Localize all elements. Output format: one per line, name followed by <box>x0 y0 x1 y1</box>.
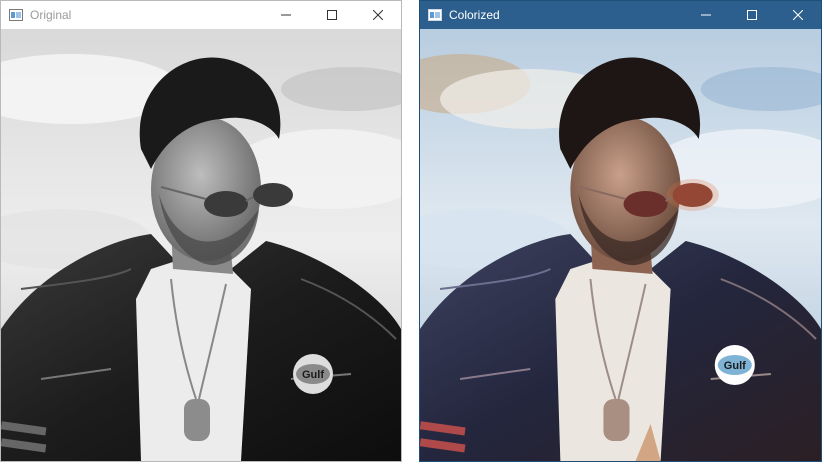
maximize-icon <box>747 10 757 20</box>
colorized-photo: Gulf <box>420 29 821 461</box>
window-title: Original <box>30 8 72 22</box>
app-window-icon <box>8 7 24 23</box>
app-window-icon <box>427 7 443 23</box>
badge-text: Gulf <box>724 360 746 372</box>
minimize-icon <box>701 14 711 16</box>
minimize-button[interactable] <box>683 1 729 29</box>
original-photo: Gulf <box>1 29 401 461</box>
maximize-icon <box>327 10 337 20</box>
badge-text: Gulf <box>302 369 324 381</box>
original-window: Original Gulf <box>0 0 402 462</box>
minimize-button[interactable] <box>263 1 309 29</box>
colorized-titlebar[interactable]: Colorized <box>420 1 821 29</box>
original-image-viewport: Gulf <box>1 29 401 461</box>
close-button[interactable] <box>355 1 401 29</box>
colorized-image-viewport: Gulf <box>420 29 821 461</box>
close-icon <box>373 10 383 20</box>
colorized-window: Colorized Gulf <box>419 0 822 462</box>
maximize-button[interactable] <box>729 1 775 29</box>
original-titlebar[interactable]: Original <box>1 1 401 29</box>
maximize-button[interactable] <box>309 1 355 29</box>
minimize-icon <box>281 14 291 16</box>
close-button[interactable] <box>775 1 821 29</box>
window-title: Colorized <box>449 8 500 22</box>
close-icon <box>793 10 803 20</box>
